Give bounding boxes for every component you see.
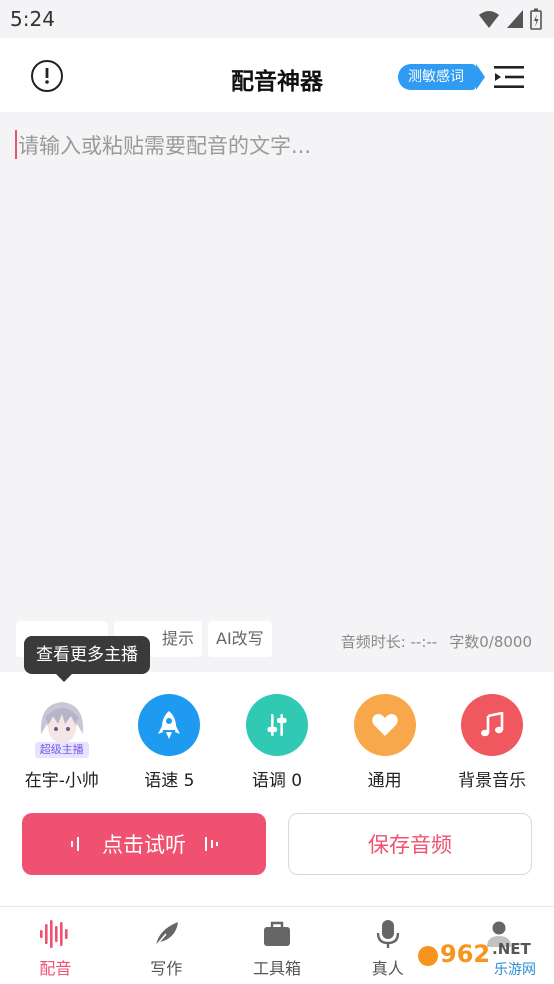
watermark-sub: 乐游网 <box>494 962 536 978</box>
site-watermark: 962 .NET 乐游网 <box>414 932 550 982</box>
save-audio-button[interactable]: 保存音频 <box>288 813 532 875</box>
bgm-button[interactable] <box>461 694 524 756</box>
voice-avatar: 超级主播 <box>31 694 93 758</box>
control-panel: 超级主播 在宇-小帅 语速 5 语调 0 通用 背景音乐 点击试听 保存音频 <box>0 672 554 904</box>
signal-icon <box>507 10 523 28</box>
battery-icon <box>530 8 542 30</box>
tab-real-voice-label: 真人 <box>371 959 404 978</box>
voice-controls: 超级主播 在宇-小帅 语速 5 语调 0 通用 背景音乐 <box>0 694 554 791</box>
style-button[interactable] <box>353 694 416 756</box>
audio-duration: 音频时长: --:-- <box>340 633 438 651</box>
waveform-right-icon <box>205 837 218 851</box>
style-control[interactable]: 通用 <box>335 694 435 791</box>
voice-selector[interactable]: 超级主播 在宇-小帅 <box>12 694 112 791</box>
wifi-icon <box>479 11 499 28</box>
bgm-label: 背景音乐 <box>458 771 527 791</box>
editor-placeholder: 请输入或粘贴需要配音的文字... <box>18 134 312 158</box>
waveform-icon <box>38 917 72 951</box>
chip-hint-label: 提示 <box>161 629 194 648</box>
music-note-icon <box>481 712 504 737</box>
status-bar: 5:24 <box>0 0 554 38</box>
status-icons <box>478 8 542 30</box>
tab-toolbox[interactable]: 工具箱 <box>222 907 333 984</box>
audio-meta: 音频时长: --:-- 字数0/8000 <box>341 631 532 652</box>
tab-writing[interactable]: 写作 <box>111 907 222 984</box>
status-time: 5:24 <box>10 7 55 31</box>
tab-dubbing[interactable]: 配音 <box>0 907 111 984</box>
watermark-logo-icon: 962 .NET 乐游网 <box>414 936 550 980</box>
listen-button[interactable]: 点击试听 <box>22 813 266 875</box>
toolbox-icon <box>260 917 294 951</box>
waveform-left-icon <box>71 837 79 851</box>
sliders-icon <box>267 714 287 736</box>
listen-label: 点击试听 <box>102 833 186 857</box>
heart-icon <box>371 714 398 736</box>
tab-toolbox-label: 工具箱 <box>252 959 301 978</box>
microphone-icon <box>371 917 405 951</box>
text-caret <box>15 130 17 159</box>
tone-button[interactable] <box>245 694 308 756</box>
style-label: 通用 <box>367 771 402 791</box>
sensitive-words-button[interactable]: 测敏感词 <box>398 64 485 90</box>
watermark-number: 962 <box>440 940 490 968</box>
feather-icon <box>149 917 183 951</box>
char-count: 字数0/8000 <box>449 633 532 651</box>
voice-badge: 超级主播 <box>34 742 89 758</box>
watermark-suffix: .NET <box>492 940 531 958</box>
voice-label: 在宇-小帅 <box>24 771 99 791</box>
list-menu-icon <box>494 66 524 88</box>
more-voices-tooltip[interactable]: 查看更多主播 <box>24 636 150 682</box>
tone-control[interactable]: 语调 0 <box>227 694 327 791</box>
text-editor[interactable]: 请输入或粘贴需要配音的文字... 提示 AI改写 音频时长: --:-- 字数0… <box>0 112 554 672</box>
speed-control[interactable]: 语速 5 <box>119 694 219 791</box>
ai-rewrite-button[interactable]: AI改写 <box>208 621 272 657</box>
menu-button[interactable] <box>493 64 525 90</box>
app-bar: 配音神器 测敏感词 <box>0 38 554 112</box>
action-buttons: 点击试听 保存音频 <box>22 813 532 875</box>
tone-label: 语调 0 <box>251 771 303 791</box>
bgm-control[interactable]: 背景音乐 <box>442 694 542 791</box>
speed-button[interactable] <box>138 694 201 756</box>
speed-label: 语速 5 <box>144 771 195 791</box>
rocket-icon <box>158 711 181 739</box>
tab-dubbing-label: 配音 <box>39 959 72 978</box>
tab-writing-label: 写作 <box>150 959 183 978</box>
